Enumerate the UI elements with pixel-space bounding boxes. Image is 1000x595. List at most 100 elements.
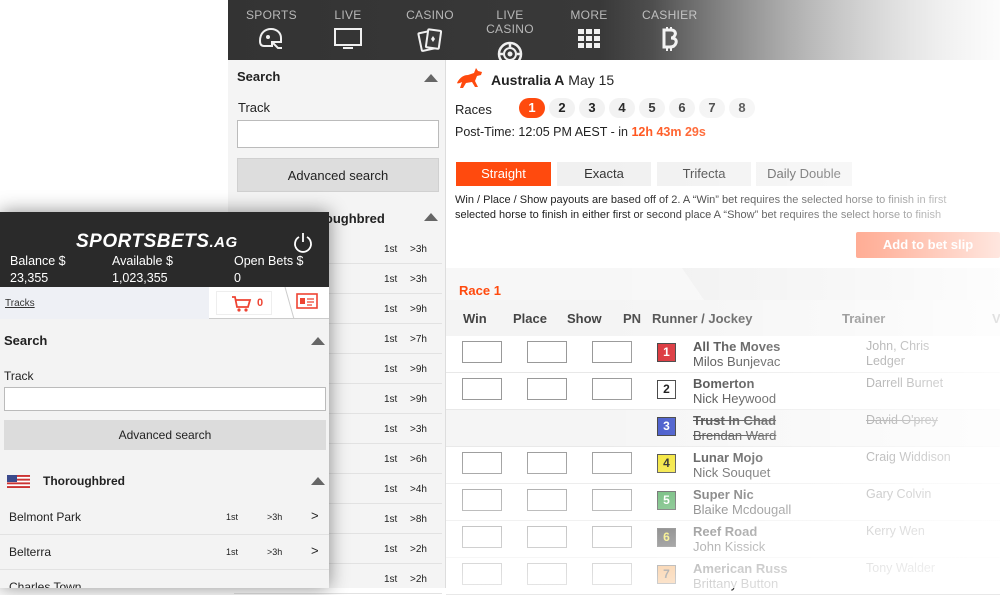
show-checkbox[interactable]	[592, 563, 632, 585]
chevron-right-icon: >	[311, 508, 319, 523]
show-checkbox[interactable]	[592, 452, 632, 474]
win-checkbox[interactable]	[462, 563, 502, 585]
col-win: Win	[463, 311, 487, 326]
place-checkbox[interactable]	[527, 378, 567, 400]
desktop-search-title: Search	[237, 69, 281, 84]
show-checkbox[interactable]	[592, 526, 632, 548]
nav-sports[interactable]: SPORTS	[246, 0, 297, 60]
win-checkbox[interactable]	[462, 526, 502, 548]
track-position: 1st	[226, 547, 239, 557]
cards-icon	[417, 28, 443, 52]
race-number-2[interactable]: 2	[549, 98, 575, 118]
tracks-link[interactable]: Tracks	[0, 287, 209, 319]
race-number-3[interactable]: 3	[579, 98, 605, 118]
collapse-icon	[424, 74, 438, 82]
show-checkbox[interactable]	[592, 378, 632, 400]
logo[interactable]: SPORTSBETS.AG	[76, 231, 238, 253]
race-number-5[interactable]: 5	[639, 98, 665, 118]
grid-icon	[578, 29, 600, 48]
trainer-name: Darrell Burnet	[866, 376, 944, 390]
track-position: 1st	[384, 304, 398, 315]
runner-row: 1 All The Moves Milos Bunjevac John, Chris …	[446, 336, 1000, 373]
bet-tab-daily-double[interactable]: Daily Double	[756, 162, 852, 186]
win-checkbox[interactable]	[462, 378, 502, 400]
track-time: >7h	[410, 334, 427, 345]
nav-live-casino[interactable]: LIVE CASINO	[472, 0, 548, 67]
bet-description-line1: Win / Place / Show payouts are based off…	[455, 194, 947, 206]
race-tab-strip	[446, 268, 1000, 300]
track-position: 1st	[384, 514, 398, 525]
place-checkbox[interactable]	[527, 341, 567, 363]
top-nav: SPORTS LIVE CASINO LIVE CASINO MORE CASH…	[228, 0, 1000, 67]
mobile-thoroughbred-title: Thoroughbred	[43, 474, 125, 488]
bet-slip-button[interactable]: 0	[216, 291, 272, 315]
win-checkbox[interactable]	[462, 341, 502, 363]
runner-name: Trust In Chad	[693, 413, 777, 428]
race-panel: Australia A May 15 Races 12345678 Post-T…	[446, 60, 1000, 595]
bet-tab-straight[interactable]: Straight	[456, 162, 551, 186]
runner-row: 2 Bomerton Nick Heywood Darrell Burnet	[446, 373, 1000, 410]
mobile-track-row[interactable]: Belmont Park 1st >3h >	[0, 500, 329, 535]
race-number-7[interactable]: 7	[699, 98, 725, 118]
race-number-1[interactable]: 1	[519, 98, 545, 118]
desktop-advanced-search-button[interactable]: Advanced search	[237, 158, 439, 192]
runner-name: American Russ	[693, 561, 788, 576]
nav-live-label: LIVE	[334, 8, 362, 22]
mobile-track-input[interactable]	[4, 387, 326, 411]
track-position: 1st	[384, 454, 398, 465]
track-time: >3h	[267, 512, 283, 522]
col-show: Show	[567, 311, 602, 326]
runner-row: 7 American Russ Brittany Button Tony Walder	[446, 558, 1000, 595]
mobile-advanced-search-button[interactable]: Advanced search	[4, 420, 326, 450]
open-bets-value: 0	[234, 271, 241, 285]
nav-casino[interactable]: CASINO	[404, 0, 456, 60]
mobile-track-row[interactable]: Charles Town	[0, 570, 329, 588]
open-bets-label: Open Bets $	[234, 254, 304, 268]
desktop-track-label: Track	[238, 100, 271, 115]
divider	[284, 287, 295, 319]
cart-count: 0	[257, 297, 264, 309]
add-to-bet-slip-button[interactable]: Add to bet slip	[856, 232, 1000, 258]
place-checkbox[interactable]	[527, 489, 567, 511]
track-time: >8h	[410, 514, 427, 525]
mobile-thoroughbred-header[interactable]: Thoroughbred	[0, 462, 329, 500]
race-number-6[interactable]: 6	[669, 98, 695, 118]
mobile-search-header[interactable]: Search	[0, 322, 329, 360]
race-number-8[interactable]: 8	[729, 98, 755, 118]
track-position: 1st	[384, 484, 398, 495]
place-checkbox[interactable]	[527, 526, 567, 548]
win-checkbox[interactable]	[462, 489, 502, 511]
jockey-name: Nick Souquet	[693, 465, 771, 480]
bet-tab-exacta[interactable]: Exacta	[557, 162, 651, 186]
show-checkbox[interactable]	[592, 341, 632, 363]
available-label: Available $	[112, 254, 173, 268]
track-position: 1st	[384, 274, 398, 285]
bet-tab-trifecta[interactable]: Trifecta	[657, 162, 751, 186]
balance-label: Balance $	[10, 254, 66, 268]
runner-name: Reef Road	[693, 524, 758, 539]
jockey-name: Nick Heywood	[693, 391, 777, 406]
track-position: 1st	[384, 334, 398, 345]
saddlecloth-number: 7	[657, 565, 676, 584]
id-card-icon[interactable]	[296, 292, 318, 310]
show-checkbox[interactable]	[592, 489, 632, 511]
nav-live[interactable]: LIVE	[326, 0, 370, 60]
place-checkbox[interactable]	[527, 563, 567, 585]
race-track-name: Australia A	[491, 72, 565, 88]
runner-name: Super Nic	[693, 487, 754, 502]
col-place: Place	[513, 311, 547, 326]
bet-description-line2: selected horse to finish in either first…	[455, 209, 942, 221]
place-checkbox[interactable]	[527, 452, 567, 474]
track-position: 1st	[384, 574, 398, 585]
desktop-track-input[interactable]	[237, 120, 439, 148]
win-checkbox[interactable]	[462, 452, 502, 474]
mobile-view: SPORTSBETS.AG Balance $ 23,355 Available…	[0, 212, 329, 588]
mobile-track-row[interactable]: Belterra 1st >3h >	[0, 535, 329, 570]
race-number-4[interactable]: 4	[609, 98, 635, 118]
logo-suffix: .AG	[209, 234, 238, 251]
power-icon[interactable]	[292, 232, 314, 254]
nav-cashier-item[interactable]: CASHIER	[642, 0, 697, 60]
mobile-header: SPORTSBETS.AG Balance $ 23,355 Available…	[0, 212, 329, 287]
nav-more[interactable]: MORE	[568, 0, 610, 60]
desktop-search-header[interactable]: Search	[234, 66, 442, 94]
